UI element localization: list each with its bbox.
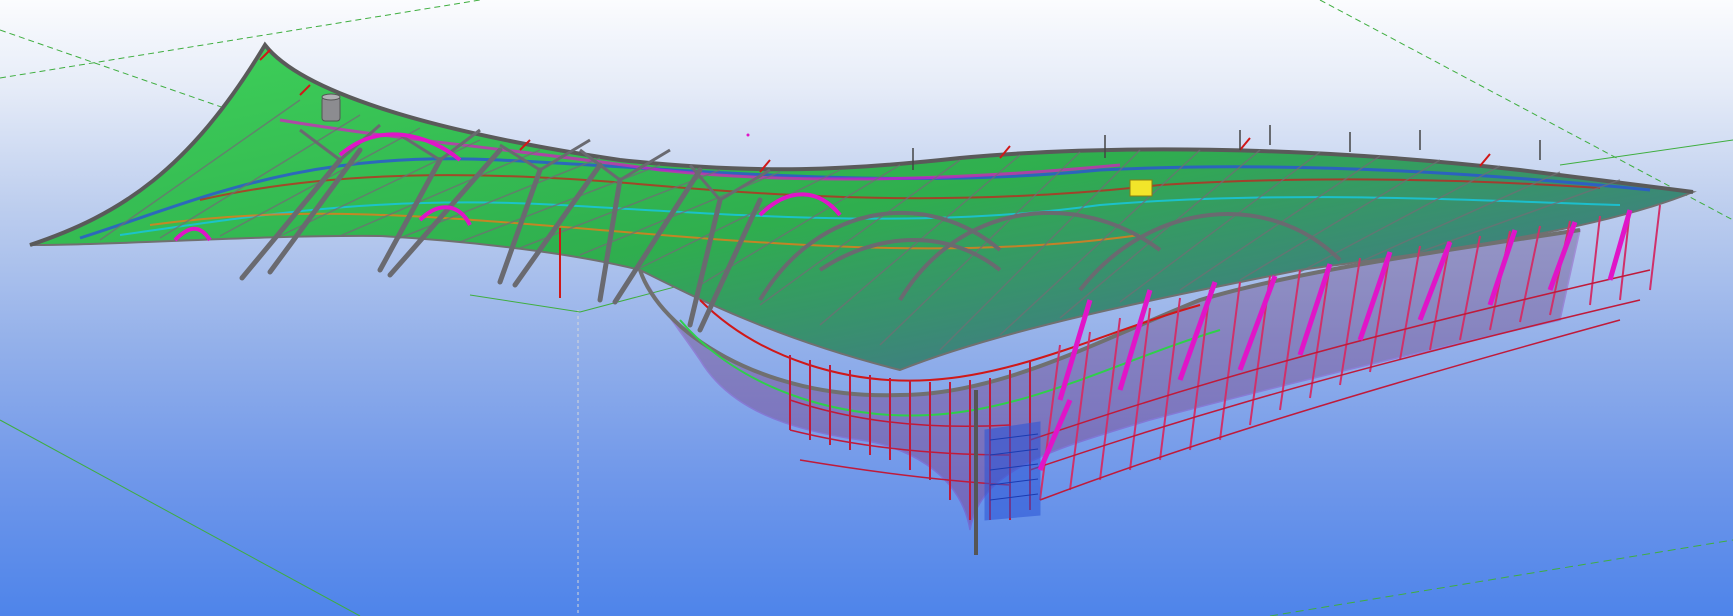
grid-line: [1559, 139, 1733, 166]
grid-line: [0, 0, 481, 79]
cylinder-body: [321, 96, 341, 122]
grid-line: [469, 294, 581, 313]
cylinder-icon[interactable]: [321, 93, 341, 122]
selected-object-box: [1129, 179, 1153, 197]
3d-model-viewport[interactable]: [0, 0, 1733, 616]
selection-marker: [746, 133, 750, 137]
grid-line: [0, 29, 231, 111]
grid-line: [1269, 539, 1733, 616]
grid-line: [0, 419, 361, 616]
yellow-box-icon[interactable]: [1129, 179, 1153, 197]
structural-model-scene[interactable]: [0, 0, 1733, 616]
cylinder-top: [321, 93, 341, 101]
